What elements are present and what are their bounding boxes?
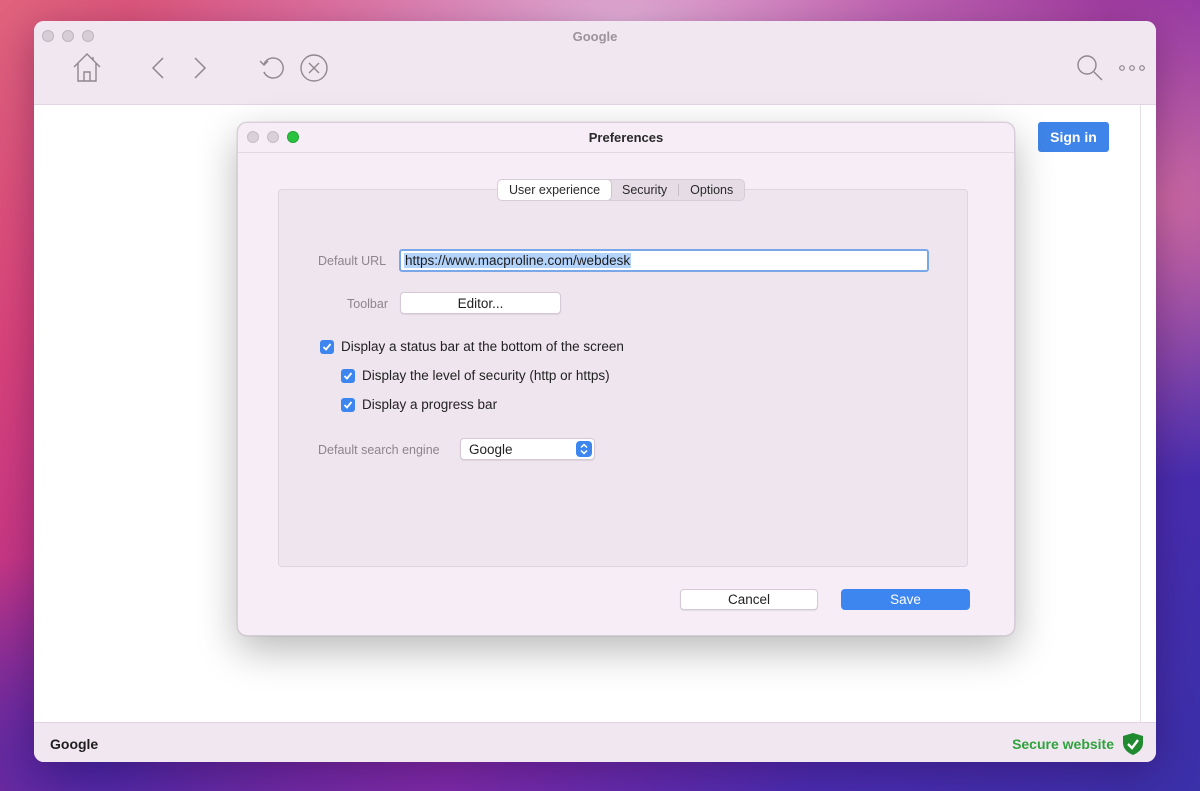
security-level-checkbox-label: Display the level of security (http or h…	[362, 368, 610, 383]
window-title: Google	[572, 29, 618, 44]
tab-bar: User experience Security Options	[497, 179, 746, 201]
security-status-text: Secure website	[1012, 736, 1114, 752]
reload-icon[interactable]	[258, 53, 288, 83]
checkbox-checked-icon[interactable]	[341, 397, 355, 412]
tab-security[interactable]: Security	[611, 180, 678, 200]
default-url-value: https://www.macproline.com/webdesk	[404, 253, 632, 268]
security-level-checkbox-row[interactable]: Display the level of security (http or h…	[341, 368, 610, 383]
search-engine-value: Google	[469, 441, 513, 457]
chevron-up-down-icon	[576, 441, 592, 457]
progress-bar-checkbox-row[interactable]: Display a progress bar	[341, 397, 497, 412]
editor-button[interactable]: Editor...	[400, 292, 561, 314]
checkbox-checked-icon[interactable]	[341, 368, 355, 383]
checkbox-checked-icon[interactable]	[320, 339, 334, 354]
content-divider	[1140, 105, 1141, 722]
dialog-title: Preferences	[588, 130, 664, 145]
status-site-name: Google	[50, 736, 99, 752]
home-icon[interactable]	[72, 51, 102, 83]
status-bar-checkbox-row[interactable]: Display a status bar at the bottom of th…	[320, 339, 624, 354]
toolbar-label: Toolbar	[347, 297, 388, 311]
progress-bar-checkbox-label: Display a progress bar	[362, 397, 498, 412]
forward-icon[interactable]	[193, 56, 207, 80]
tab-options[interactable]: Options	[679, 180, 744, 200]
cancel-button[interactable]: Cancel	[680, 589, 818, 610]
save-button[interactable]: Save	[841, 589, 970, 610]
back-icon[interactable]	[151, 56, 165, 80]
status-bar: Google Secure website	[34, 722, 1156, 762]
more-icon[interactable]	[1118, 64, 1146, 72]
default-url-field[interactable]: https://www.macproline.com/webdesk	[399, 249, 929, 272]
search-engine-label: Default search engine	[318, 443, 440, 457]
search-icon[interactable]	[1076, 54, 1104, 82]
status-bar-checkbox-label: Display a status bar at the bottom of th…	[341, 339, 624, 354]
default-url-label: Default URL	[318, 254, 387, 268]
preferences-dialog: Preferences User experience Security Opt…	[237, 122, 1015, 636]
shield-check-icon	[1122, 732, 1144, 761]
sign-in-button[interactable]: Sign in	[1038, 122, 1109, 152]
search-engine-select[interactable]: Google	[460, 438, 595, 460]
dialog-titlebar: Preferences	[238, 123, 1014, 153]
tab-user-experience[interactable]: User experience	[498, 180, 612, 200]
stop-icon[interactable]	[299, 53, 329, 83]
browser-titlebar: Google	[34, 21, 1156, 105]
